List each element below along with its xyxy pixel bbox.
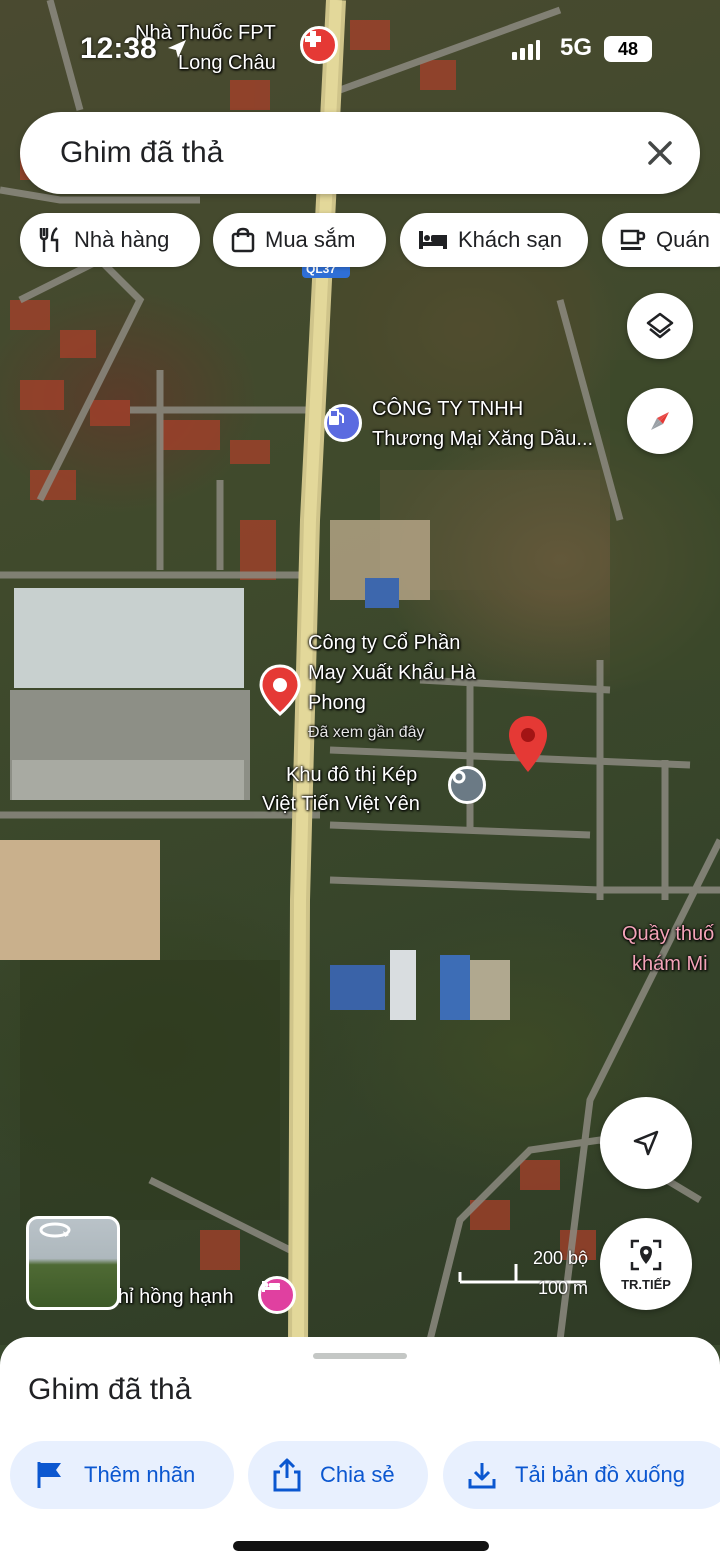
search-query[interactable]: Ghim đã thả [60,136,223,170]
chip-label: Nhà hàng [74,227,170,252]
dropped-pin-icon[interactable] [506,714,550,774]
layers-button[interactable] [627,293,693,359]
directions-button[interactable]: TR.TIẾP [600,1218,692,1310]
search-bar[interactable]: Ghim đã thả [20,112,700,194]
close-icon[interactable] [640,133,680,173]
signal-icon [512,40,540,60]
network-type: 5G [560,34,593,61]
chip-cafes[interactable]: Quán [602,213,720,267]
navigation-arrow-icon [633,1130,659,1156]
fork-knife-icon [39,227,59,252]
share-icon [273,1458,301,1492]
urban-area-marker-icon[interactable] [448,766,486,804]
chip-hotels[interactable]: Khách sạn [400,213,588,267]
directions-pin-icon [630,1239,662,1271]
sheet-title: Ghim đã thả [28,1373,192,1406]
poi-label-urban-line1[interactable]: Khu đô thị Kép [286,762,417,788]
add-label-button[interactable]: Thêm nhãn [10,1441,234,1509]
chip-restaurants[interactable]: Nhà hàng [20,213,200,267]
poi-label-company-line3[interactable]: Phong [308,690,366,716]
poi-label-gas-line1[interactable]: CÔNG TY TNHH [372,396,523,422]
poi-label-company-note: Đã xem gần đây [308,724,425,741]
poi-label-hotel[interactable]: hỉ hồng hạnh [118,1284,234,1310]
directions-label: TR.TIẾP [621,1277,671,1292]
poi-label-company-line1[interactable]: Công ty Cổ Phần [308,630,460,656]
share-text: Chia sẻ [320,1462,395,1487]
status-time: 12:38 [80,32,157,65]
coffee-cup-icon [620,229,646,250]
poi-label-clinic-line2[interactable]: khám Mi [632,951,708,977]
rotate-360-icon [39,1222,71,1238]
scale-imperial-label: 200 bộ [532,1248,588,1268]
chip-label: Mua sắm [265,227,356,252]
map-scale: 200 bộ 100 m [458,1248,598,1306]
my-location-button[interactable] [600,1097,692,1189]
home-indicator[interactable] [233,1541,489,1551]
chip-label: Khách sạn [458,227,562,252]
chip-shopping[interactable]: Mua sắm [213,213,386,267]
location-arrow-icon [168,40,186,58]
layers-icon [646,312,674,339]
poi-label-gas-line2[interactable]: Thương Mại Xăng Dầu... [372,426,593,452]
download-map-button[interactable]: Tải bản đồ xuống [443,1441,720,1509]
download-map-text: Tải bản đồ xuống [515,1462,686,1487]
poi-label-company-line2[interactable]: May Xuất Khẩu Hà [308,660,476,686]
share-button[interactable]: Chia sẻ [248,1441,428,1509]
shopping-bag-icon [231,227,255,253]
company-pin-icon[interactable] [258,664,302,716]
battery-level: 48 [604,36,652,62]
hotel-marker-icon[interactable] [258,1276,296,1314]
compass-icon [651,412,669,430]
street-view-thumbnail[interactable] [26,1216,120,1310]
bed-icon [419,231,447,249]
add-label-text: Thêm nhãn [84,1462,196,1487]
bottom-sheet: Ghim đã thả Thêm nhãn Chia sẻ Tải bản đồ… [0,1337,720,1562]
sheet-drag-handle[interactable] [313,1353,407,1359]
status-bar: 12:38 5G 48 [0,0,720,100]
poi-label-clinic-line1[interactable]: Quầy thuố [622,921,714,947]
compass-button[interactable] [627,388,693,454]
scale-metric-label: 100 m [537,1278,588,1298]
chip-label: Quán [656,227,710,252]
poi-label-urban-line2[interactable]: Việt Tiến Việt Yên [262,791,420,817]
flag-icon [37,1462,61,1488]
download-icon [468,1463,496,1489]
gas-station-marker-icon[interactable] [324,404,362,442]
